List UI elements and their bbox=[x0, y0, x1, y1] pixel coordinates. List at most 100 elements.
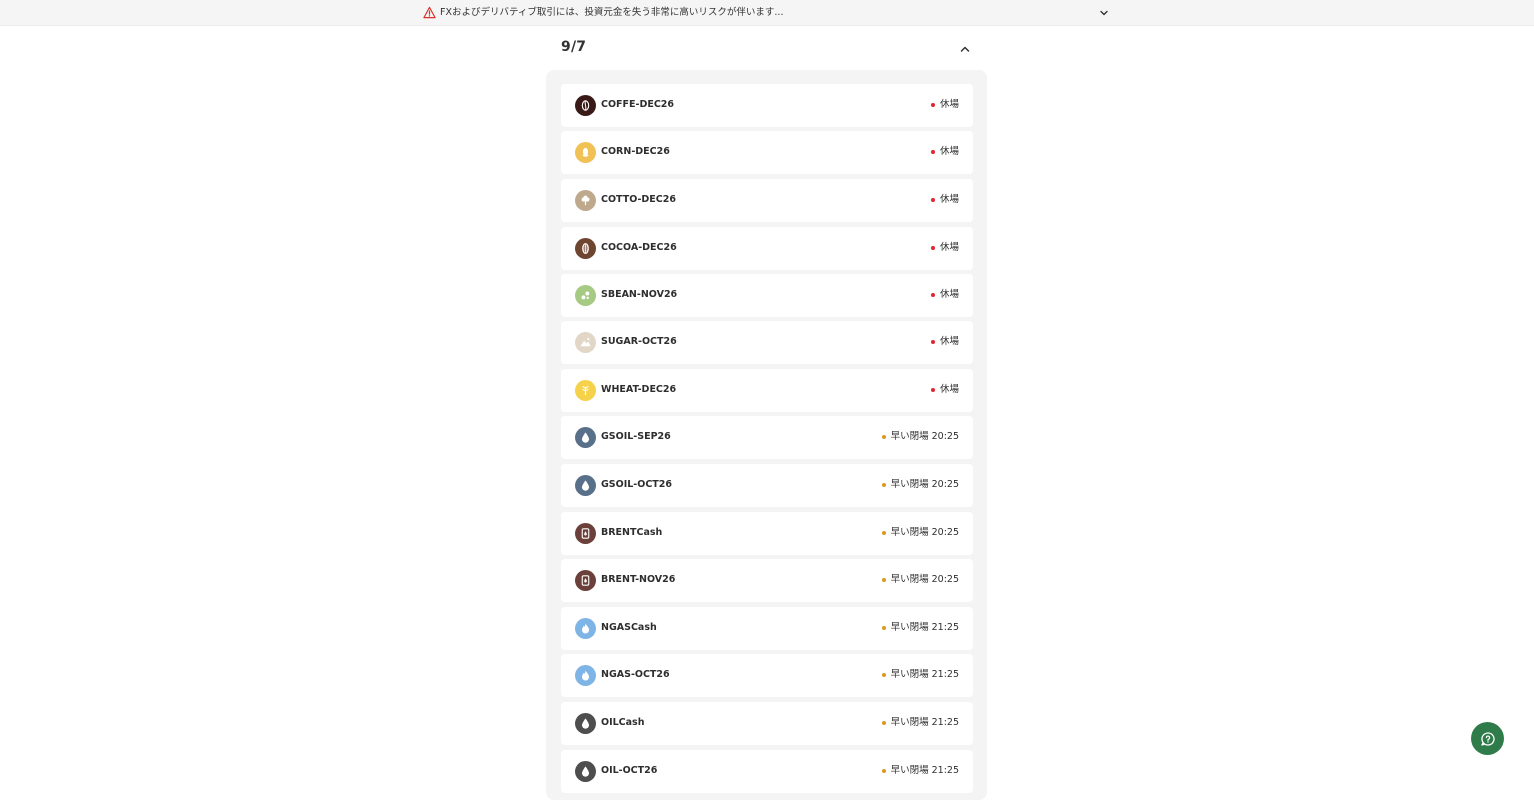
instrument-row[interactable]: BRENTCash 早い閉場 20:25 bbox=[561, 512, 973, 555]
status-dot bbox=[881, 578, 886, 582]
market-status: 休場 bbox=[930, 193, 959, 207]
status-text: 早い閉場 20:25 bbox=[890, 431, 959, 442]
status-dot bbox=[930, 103, 935, 107]
status-text: 早い閉場 20:25 bbox=[890, 479, 959, 490]
market-status: 早い閉場 21:25 bbox=[881, 668, 959, 682]
status-dot bbox=[881, 721, 886, 725]
oil-barrel-icon bbox=[575, 523, 596, 544]
chevron-down-icon[interactable] bbox=[1098, 7, 1110, 19]
instrument-row[interactable]: GSOIL-OCT26 早い閉場 20:25 bbox=[561, 464, 973, 507]
coffee-bean-icon bbox=[575, 95, 596, 116]
instrument-name: NGAS-OCT26 bbox=[601, 669, 670, 680]
instrument-row[interactable]: OIL-OCT26 早い閉場 21:25 bbox=[561, 750, 973, 793]
chevron-up-icon[interactable] bbox=[958, 42, 972, 56]
status-dot bbox=[881, 769, 886, 773]
status-text: 早い閉場 21:25 bbox=[890, 765, 959, 776]
instrument-row[interactable]: COTTO-DEC26 休場 bbox=[561, 179, 973, 222]
market-status: 休場 bbox=[930, 98, 959, 112]
market-status: 休場 bbox=[930, 241, 959, 255]
cocoa-pod-icon bbox=[575, 238, 596, 259]
instrument-row[interactable]: CORN-DEC26 休場 bbox=[561, 131, 973, 174]
oil-barrel-icon bbox=[575, 570, 596, 591]
instrument-name: CORN-DEC26 bbox=[601, 146, 670, 157]
chat-help-icon bbox=[1480, 731, 1495, 746]
market-status: 早い閉場 20:25 bbox=[881, 573, 959, 587]
flame-icon bbox=[575, 618, 596, 639]
market-status: 早い閉場 20:25 bbox=[881, 526, 959, 540]
status-text: 休場 bbox=[939, 336, 959, 347]
instrument-name: COFFE-DEC26 bbox=[601, 99, 675, 110]
instrument-name: OILCash bbox=[601, 717, 645, 728]
instrument-row[interactable]: COCOA-DEC26 休場 bbox=[561, 227, 973, 270]
market-status: 休場 bbox=[930, 335, 959, 349]
instrument-row[interactable]: GSOIL-SEP26 早い閉場 20:25 bbox=[561, 416, 973, 459]
instrument-list-panel: COFFE-DEC26 休場 CORN-DEC26 休場 COTTO-DEC26 休場 CO… bbox=[546, 70, 987, 800]
status-text: 早い閉場 20:25 bbox=[890, 574, 959, 585]
instrument-name: COCOA-DEC26 bbox=[601, 242, 677, 253]
instrument-name: WHEAT-DEC26 bbox=[601, 384, 677, 395]
status-text: 早い閉場 20:25 bbox=[890, 527, 959, 538]
instrument-row[interactable]: WHEAT-DEC26 休場 bbox=[561, 369, 973, 412]
market-status: 早い閉場 21:25 bbox=[881, 716, 959, 730]
market-status: 休場 bbox=[930, 288, 959, 302]
status-dot bbox=[930, 246, 935, 250]
status-text: 早い閉場 21:25 bbox=[890, 669, 959, 680]
status-text: 休場 bbox=[939, 146, 959, 157]
instrument-name: NGASCash bbox=[601, 622, 657, 633]
status-dot bbox=[881, 435, 886, 439]
instrument-row[interactable]: NGASCash 早い閉場 21:25 bbox=[561, 607, 973, 650]
instrument-row[interactable]: NGAS-OCT26 早い閉場 21:25 bbox=[561, 654, 973, 697]
section-date: 9/7 bbox=[561, 39, 587, 55]
status-text: 早い閉場 21:25 bbox=[890, 717, 959, 728]
instrument-name: GSOIL-SEP26 bbox=[601, 431, 671, 442]
instrument-row[interactable]: SUGAR-OCT26 休場 bbox=[561, 321, 973, 364]
status-dot bbox=[930, 388, 935, 392]
cotton-icon bbox=[575, 190, 596, 211]
status-dot bbox=[881, 673, 886, 677]
market-status: 早い閉場 20:25 bbox=[881, 478, 959, 492]
date-section-header[interactable]: 9/7 bbox=[546, 30, 987, 70]
market-status: 早い閉場 21:25 bbox=[881, 764, 959, 778]
status-text: 休場 bbox=[939, 384, 959, 395]
instrument-row[interactable]: COFFE-DEC26 休場 bbox=[561, 84, 973, 127]
market-status: 早い閉場 20:25 bbox=[881, 430, 959, 444]
status-text: 休場 bbox=[939, 99, 959, 110]
status-dot bbox=[881, 483, 886, 487]
instrument-name: COTTO-DEC26 bbox=[601, 194, 676, 205]
status-dot bbox=[930, 150, 935, 154]
wheat-icon bbox=[575, 380, 596, 401]
instrument-name: BRENTCash bbox=[601, 527, 663, 538]
status-text: 休場 bbox=[939, 194, 959, 205]
help-chat-button[interactable] bbox=[1471, 722, 1504, 755]
instrument-name: BRENT-NOV26 bbox=[601, 574, 676, 585]
instrument-row[interactable]: SBEAN-NOV26 休場 bbox=[561, 274, 973, 317]
corn-icon bbox=[575, 142, 596, 163]
market-status: 休場 bbox=[930, 145, 959, 159]
status-dot bbox=[930, 340, 935, 344]
market-status: 早い閉場 21:25 bbox=[881, 621, 959, 635]
oil-drop-icon bbox=[575, 761, 596, 782]
status-dot bbox=[930, 293, 935, 297]
status-text: 早い閉場 21:25 bbox=[890, 622, 959, 633]
risk-warning-banner: FXおよびデリバティブ取引には、投資元金を失う非常に高いリスクが伴います... bbox=[0, 0, 1534, 26]
risk-warning-text: FXおよびデリバティブ取引には、投資元金を失う非常に高いリスクが伴います... bbox=[440, 7, 784, 18]
oil-drop-icon bbox=[575, 427, 596, 448]
status-text: 休場 bbox=[939, 242, 959, 253]
warning-triangle-icon bbox=[423, 6, 436, 19]
instrument-name: OIL-OCT26 bbox=[601, 765, 658, 776]
oil-drop-icon bbox=[575, 475, 596, 496]
instrument-name: SUGAR-OCT26 bbox=[601, 336, 677, 347]
status-dot bbox=[881, 626, 886, 630]
status-dot bbox=[881, 531, 886, 535]
soybean-icon bbox=[575, 285, 596, 306]
sugar-icon bbox=[575, 332, 596, 353]
instrument-row[interactable]: OILCash 早い閉場 21:25 bbox=[561, 702, 973, 745]
oil-drop-icon bbox=[575, 713, 596, 734]
market-status: 休場 bbox=[930, 383, 959, 397]
instrument-name: GSOIL-OCT26 bbox=[601, 479, 672, 490]
instrument-row[interactable]: BRENT-NOV26 早い閉場 20:25 bbox=[561, 559, 973, 602]
instrument-name: SBEAN-NOV26 bbox=[601, 289, 678, 300]
status-dot bbox=[930, 198, 935, 202]
status-text: 休場 bbox=[939, 289, 959, 300]
flame-icon bbox=[575, 665, 596, 686]
